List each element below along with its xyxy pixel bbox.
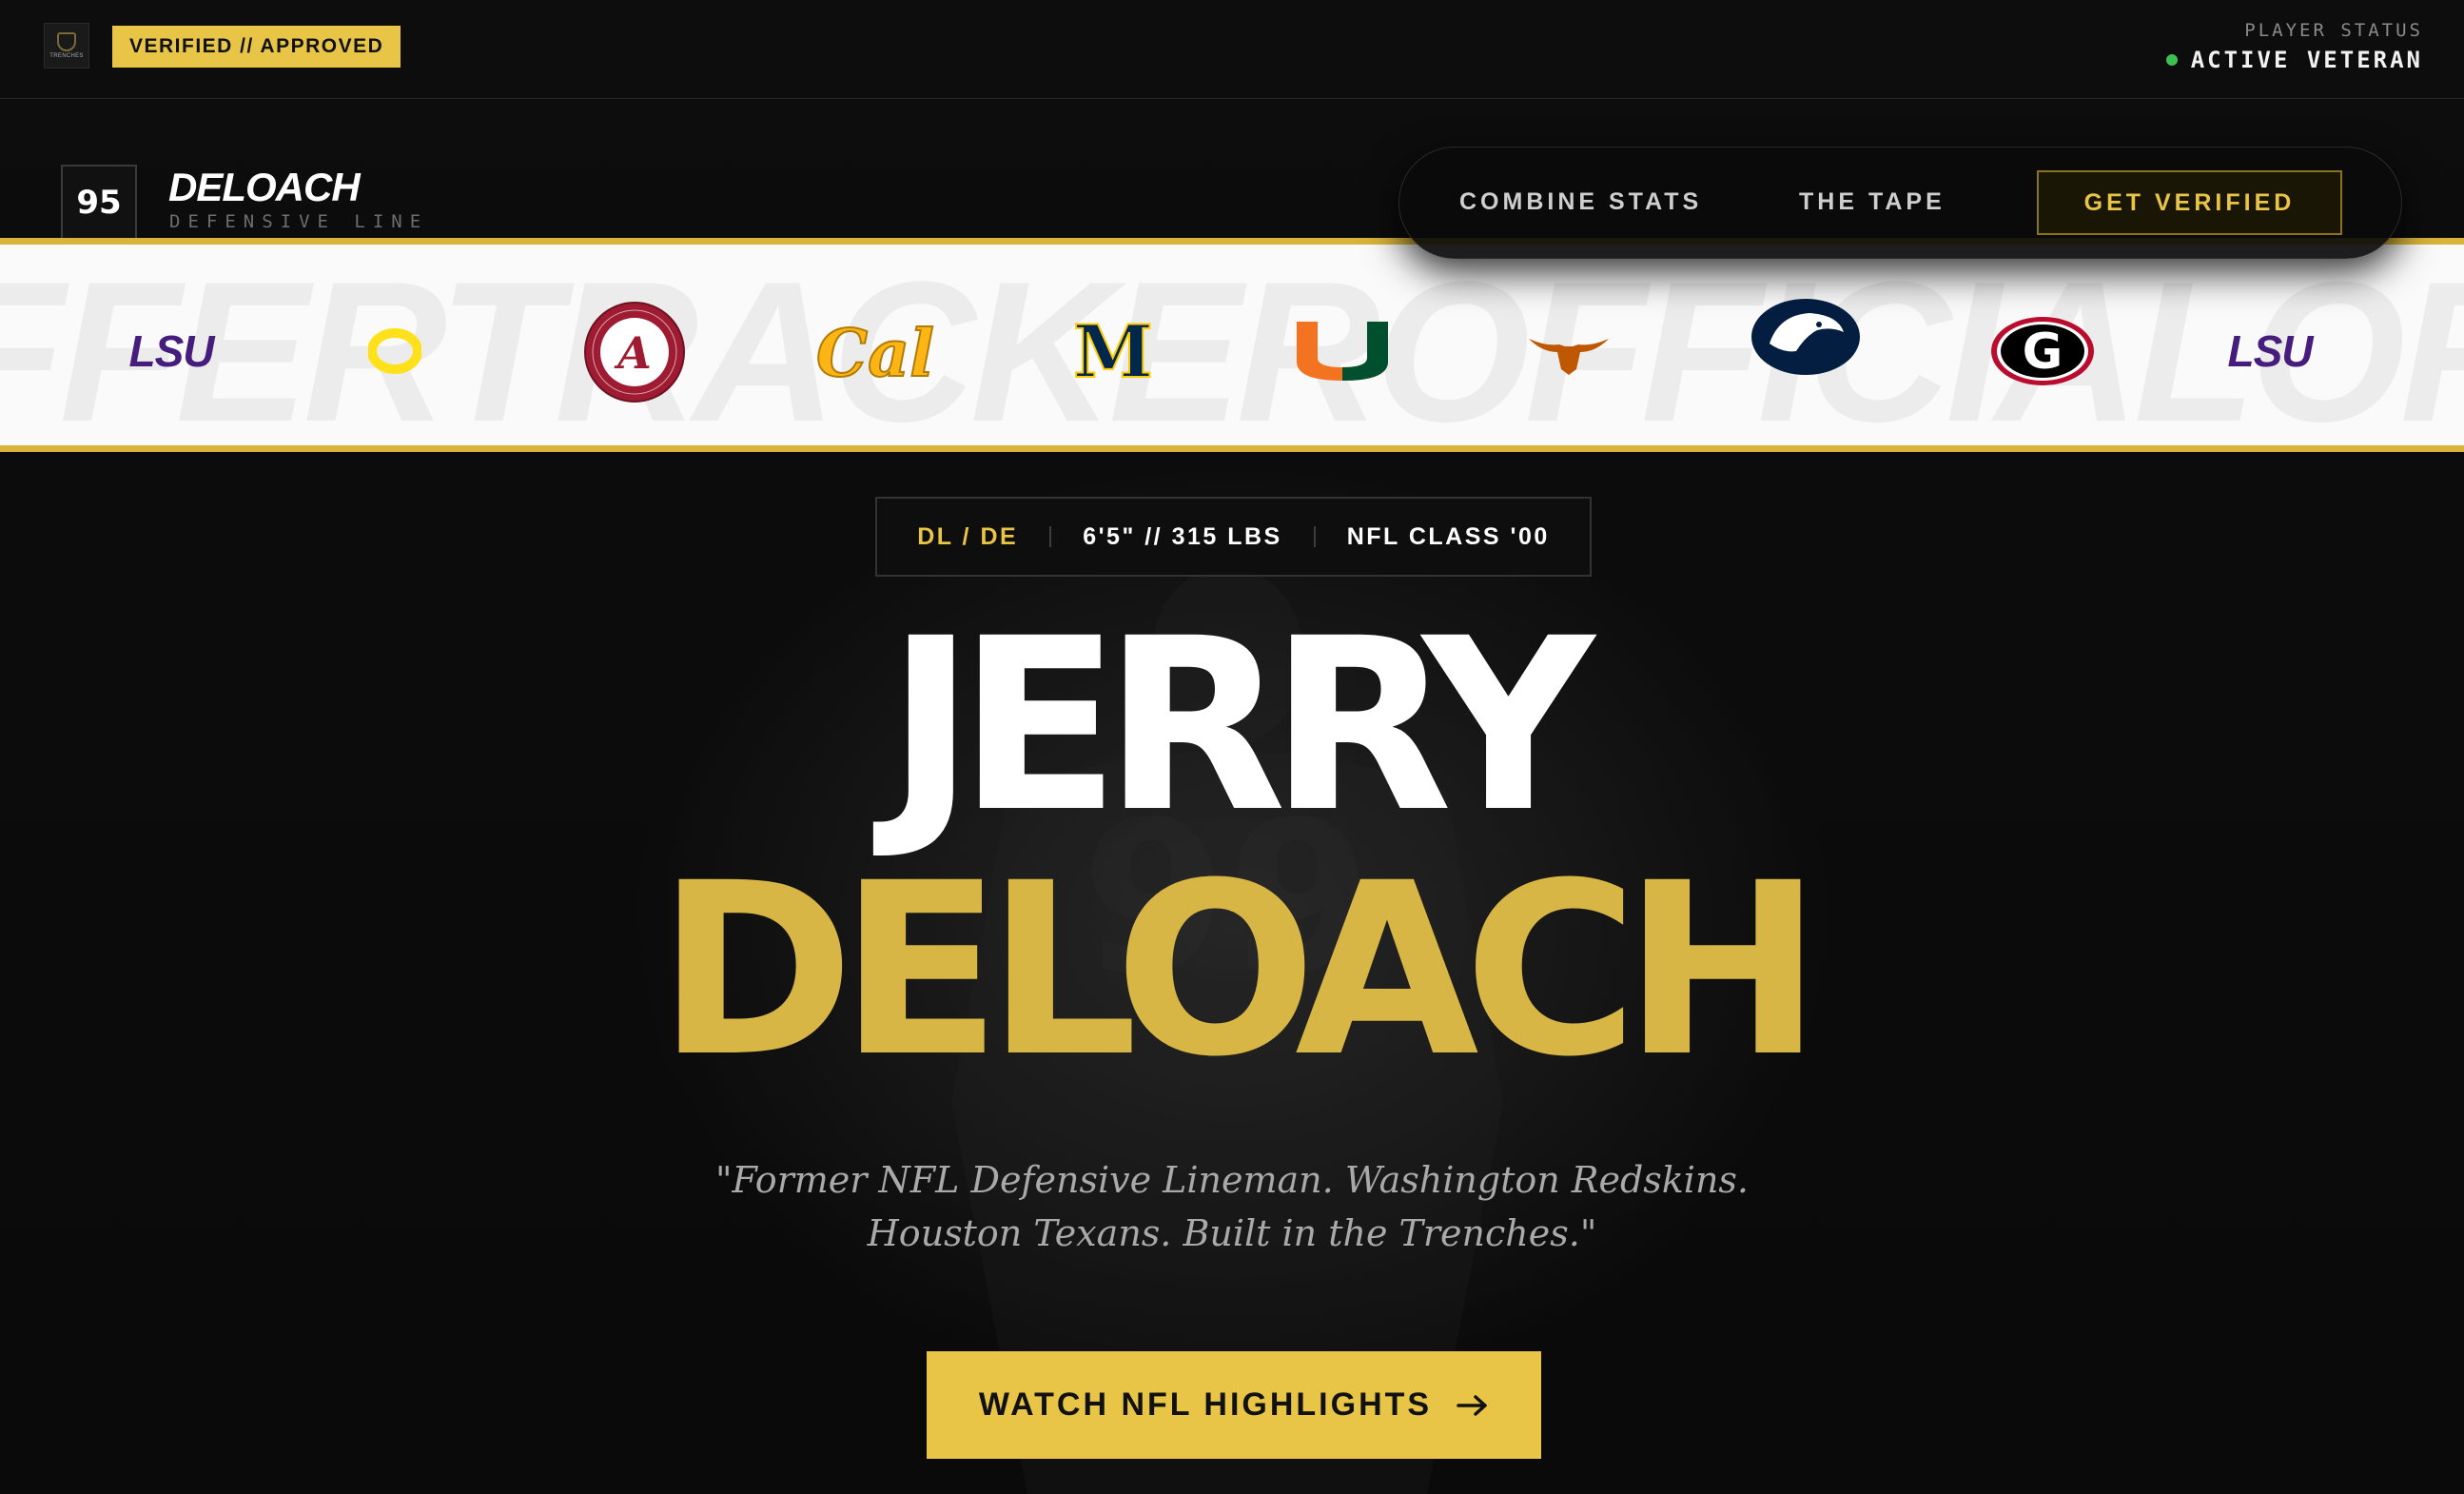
watch-highlights-label: WATCH NFL HIGHLIGHTS [978, 1386, 1433, 1423]
brand-name[interactable]: DELOACH [168, 165, 361, 210]
quote-line-1: "Former NFL Defensive Lineman. Washingto… [714, 1159, 1750, 1201]
team-logo-strip: FFERTRACKEROFFICIALOFFE LSU A Cal M [0, 238, 2464, 452]
svg-text:A: A [614, 327, 652, 379]
lsu-logo: LSU [128, 326, 215, 376]
logo-text: TRENCHES [49, 53, 84, 59]
crest-icon [57, 32, 76, 51]
texas-longhorn-logo [1526, 324, 1612, 382]
position-tag: DL / DE [917, 522, 1019, 550]
player-status-value: ACTIVE VETERAN [2165, 47, 2423, 73]
player-status-label: PLAYER STATUS [2244, 20, 2423, 41]
brand-position: DEFENSIVE LINE [169, 211, 429, 232]
player-meta-bar: DL / DE 6'5" // 315 LBS NFL CLASS '00 [875, 497, 1592, 577]
top-bar: TRENCHES VERIFIED // APPROVED PLAYER STA… [0, 0, 2464, 99]
jersey-number-badge[interactable]: 95 [61, 165, 137, 241]
status-dot-icon [2165, 54, 2178, 66]
hero-first-name: JERRY [886, 587, 1594, 864]
size-tag: 6'5" // 315 LBS [1083, 522, 1282, 550]
arrow-right-icon [1457, 1394, 1487, 1416]
get-verified-button[interactable]: GET VERIFIED [2037, 170, 2342, 235]
lsu-logo-repeat: LSU [2227, 326, 2314, 376]
nav-the-tape[interactable]: THE TAPE [1799, 188, 1946, 216]
penn-state-logo [1749, 294, 1863, 380]
alabama-logo: A [579, 297, 690, 407]
miami-logo [1290, 313, 1395, 389]
oregon-logo [366, 323, 423, 380]
hero-quote: "Former NFL Defensive Lineman. Washingto… [0, 1153, 2464, 1260]
status-text: ACTIVE VETERAN [2190, 47, 2423, 73]
nav-combine-stats[interactable]: COMBINE STATS [1459, 188, 1702, 216]
class-tag: NFL CLASS '00 [1346, 522, 1550, 550]
svg-text:G: G [2023, 324, 2063, 381]
michigan-logo: M [1072, 308, 1154, 395]
quote-line-2: Houston Texans. Built in the Trenches." [867, 1212, 1597, 1254]
verified-badge: VERIFIED // APPROVED [112, 26, 401, 68]
cal-logo: Cal [815, 315, 935, 393]
site-logo[interactable]: TRENCHES [44, 23, 89, 69]
georgia-logo: G [1986, 311, 2099, 391]
watch-highlights-button[interactable]: WATCH NFL HIGHLIGHTS [927, 1351, 1541, 1459]
hero-last-name: DELOACH [656, 832, 1823, 1109]
